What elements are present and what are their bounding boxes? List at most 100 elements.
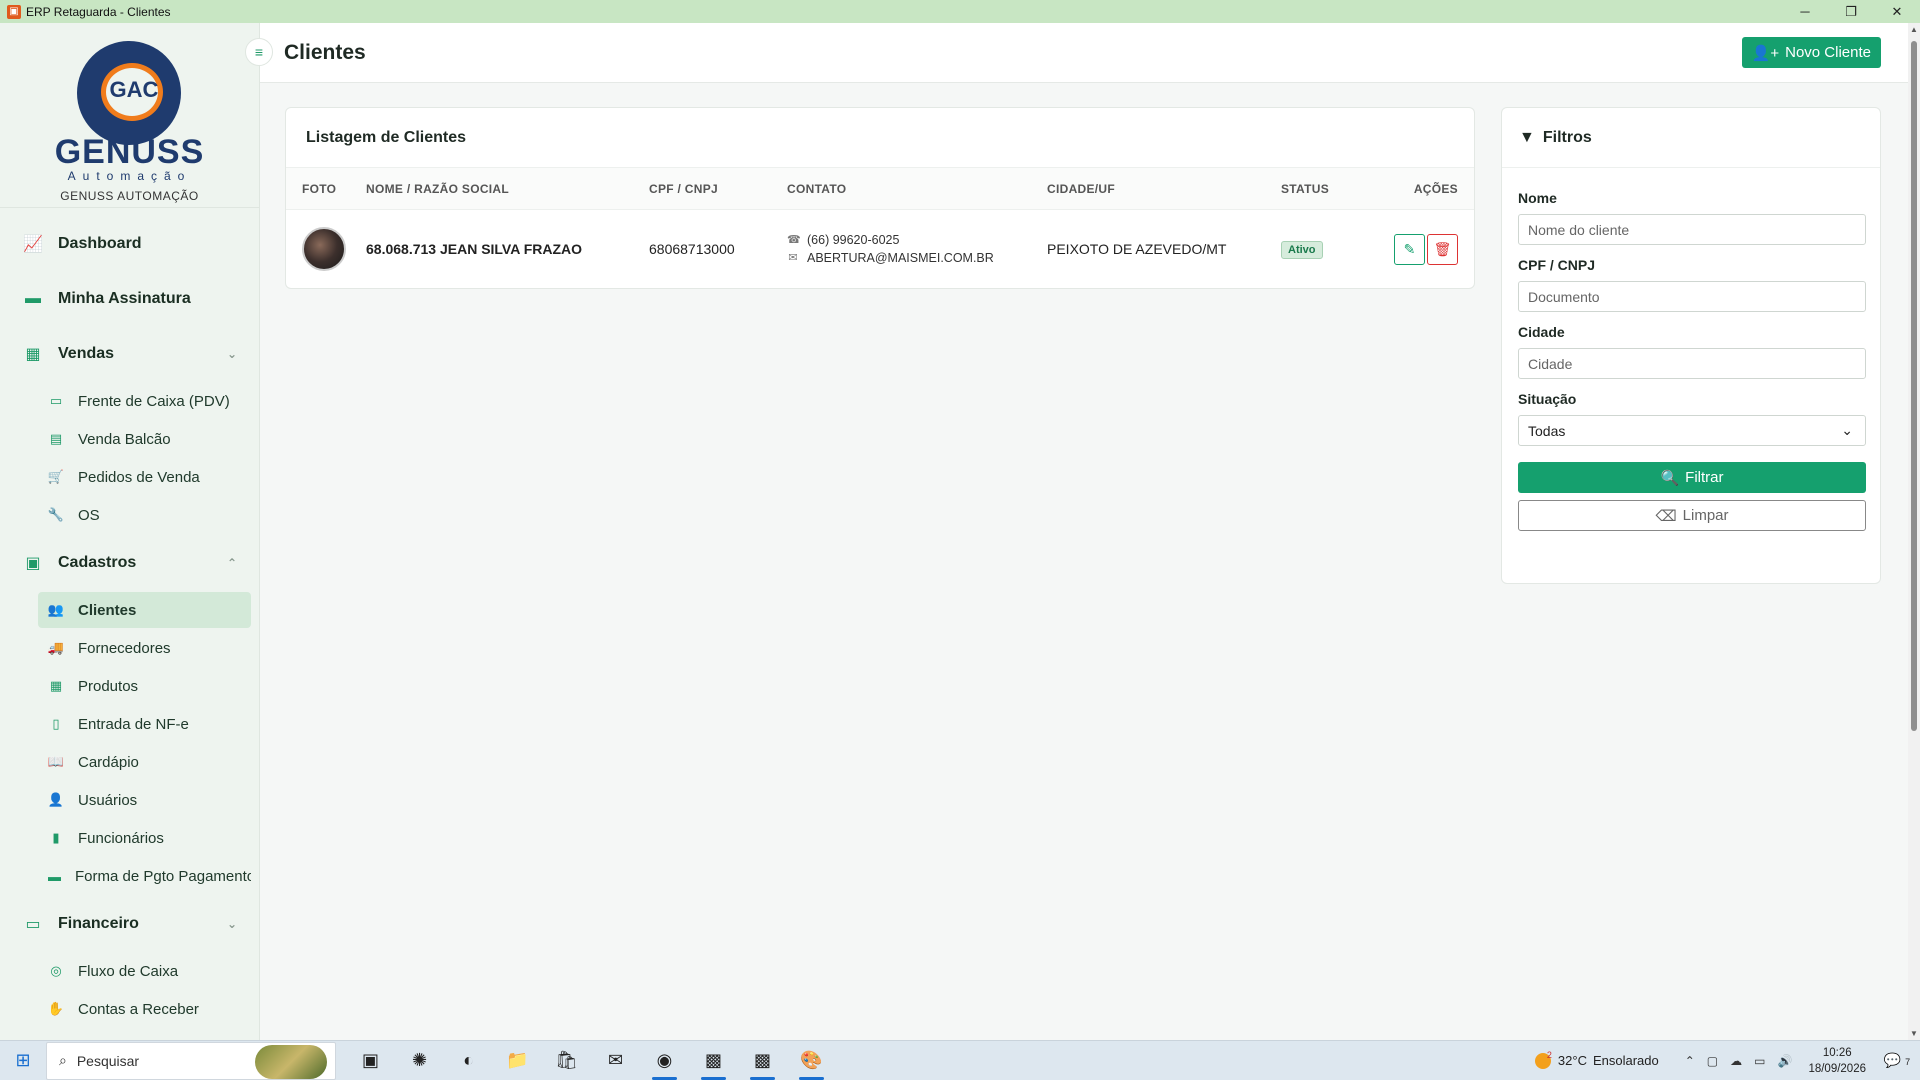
taskbar-clock[interactable]: 10:26 18/09/2026 [1808, 1045, 1866, 1077]
gear-logo-icon: GAC [65, 41, 195, 145]
book-open-icon: 📖 [47, 754, 65, 769]
sidebar-submenu-financeiro: ◎ Fluxo de Caixa ✋ Contas a Receber [0, 953, 259, 1027]
client-email: ABERTURA@MAISMEI.COM.BR [807, 251, 994, 265]
doc-filter-input[interactable]: Documento [1518, 281, 1866, 312]
sidebar-item-funcionarios[interactable]: ▮ Funcionários [38, 820, 251, 856]
weather-widget[interactable]: 2 32°C Ensolarado [1534, 1049, 1659, 1069]
chrome-icon[interactable]: ◉ [640, 1041, 689, 1080]
sidebar-group-financeiro[interactable]: ▭ Financeiro ⌄ [0, 896, 259, 951]
truck-icon: 🚚 [47, 640, 65, 655]
column-header-foto: FOTO [302, 181, 337, 196]
sidebar-item-label: OS [78, 506, 100, 524]
sidebar-group-cadastros[interactable]: ▣ Cadastros ⌃ [0, 535, 259, 590]
sidebar-item-label: Clientes [78, 601, 137, 619]
restore-button[interactable]: ❐ [1828, 0, 1874, 23]
file-explorer-icon[interactable]: 📁 [493, 1041, 542, 1080]
client-city: PEIXOTO DE AZEVEDO/MT [1047, 241, 1227, 257]
scrollbar-thumb[interactable] [1911, 41, 1917, 731]
status-filter-label: Situação [1518, 391, 1577, 407]
filter-button-label: Filtrar [1685, 469, 1724, 486]
column-header-nome: NOME / RAZÃO SOCIAL [366, 181, 510, 196]
erp-app-icon[interactable]: ▩ [689, 1041, 738, 1080]
sidebar-item-cardapio[interactable]: 📖 Cardápio [38, 744, 251, 780]
sidebar-item-label: Contas a Receber [78, 1000, 199, 1018]
phone-icon: ☎ [787, 234, 801, 246]
erp-app-icon-2[interactable]: ▩ [738, 1041, 787, 1080]
sidebar-group-vendas[interactable]: ▦ Vendas ⌄ [0, 326, 259, 381]
notification-center-button[interactable]: 💬 7 [1882, 1052, 1912, 1069]
sidebar-nav: 📈 Dashboard ▬ Minha Assinatura ▦ Vendas … [0, 208, 259, 1027]
paint-icon[interactable]: 🎨 [787, 1041, 836, 1080]
sidebar-item-venda-balcao[interactable]: ▤ Venda Balcão [38, 421, 251, 457]
copilot-icon[interactable]: ✺ [395, 1041, 444, 1080]
sidebar-item-label: Venda Balcão [78, 430, 171, 448]
notification-count: 7 [1905, 1057, 1911, 1067]
cash-register-icon: ▦ [25, 345, 41, 363]
sidebar-item-fluxo-de-caixa[interactable]: ◎ Fluxo de Caixa [38, 953, 251, 989]
window-titlebar: ▣ ERP Retaguarda - Clientes ─ ❐ ✕ [0, 0, 1920, 23]
sidebar-item-entrada-nfe[interactable]: ▯ Entrada de NF-e [38, 706, 251, 742]
column-header-acoes: AÇÕES [1413, 181, 1458, 196]
edit-client-button[interactable]: ✎ [1394, 233, 1425, 265]
weather-badge: 2 [1546, 1049, 1552, 1060]
sidebar-toggle-button[interactable]: ≡ [245, 38, 273, 66]
filter-button[interactable]: 🔍 Filtrar [1518, 462, 1866, 493]
city-filter-input[interactable]: Cidade [1518, 348, 1866, 379]
chevron-down-icon: ⌄ [1841, 422, 1853, 438]
chevron-down-icon: ⌄ [226, 346, 237, 361]
delete-client-button[interactable]: 🗑 [1427, 233, 1458, 265]
scroll-down-icon[interactable]: ▼ [1908, 1029, 1920, 1038]
scroll-up-icon[interactable]: ▲ [1908, 25, 1920, 34]
taskbar-search[interactable]: ⌕ Pesquisar [46, 1041, 336, 1080]
sidebar-item-produtos[interactable]: ▦ Produtos [38, 668, 251, 704]
sidebar-item-os[interactable]: 🔧 OS [38, 497, 251, 533]
minimize-button[interactable]: ─ [1782, 0, 1828, 23]
chevron-up-icon[interactable]: ⌃ [1685, 1054, 1695, 1068]
meet-icon[interactable]: ▢ [1707, 1054, 1718, 1068]
client-phone: (66) 99620-6025 [807, 233, 900, 247]
new-client-button[interactable]: 👤+ Novo Cliente [1741, 37, 1881, 68]
vertical-scrollbar[interactable]: ▲ ▼ [1908, 23, 1920, 1040]
network-icon[interactable]: ▭ [1754, 1054, 1765, 1068]
avatar [302, 227, 346, 271]
menu-icon: ≡ [254, 44, 264, 60]
sidebar-item-pedidos-de-venda[interactable]: 🛒 Pedidos de Venda [38, 459, 251, 495]
sidebar-item-minha-assinatura[interactable]: ▬ Minha Assinatura [0, 271, 259, 326]
task-view-icon[interactable]: ▣ [346, 1041, 395, 1080]
onedrive-icon[interactable]: ☁ [1730, 1054, 1742, 1068]
city-filter-label: Cidade [1518, 324, 1565, 340]
status-badge: Ativo [1281, 240, 1323, 259]
name-filter-input[interactable]: Nome do cliente [1518, 214, 1866, 245]
boxes-icon: ▦ [49, 678, 63, 693]
sidebar-item-label: Forma de Pgto Pagamento [75, 867, 251, 885]
store-icon[interactable]: 🛍 [542, 1041, 591, 1080]
clear-button[interactable]: ⌫ Limpar [1518, 500, 1866, 531]
sidebar-item-frente-de-caixa[interactable]: ▭ Frente de Caixa (PDV) [38, 383, 251, 419]
sidebar-item-forma-pgto[interactable]: ▬ Forma de Pgto Pagamento [38, 858, 251, 894]
chart-line-icon: 📈 [23, 235, 43, 253]
credit-card-icon: ▬ [25, 289, 41, 307]
sidebar-item-label: Cardápio [78, 753, 139, 771]
sidebar-item-dashboard[interactable]: 📈 Dashboard [0, 216, 259, 271]
outlook-icon[interactable]: ✉ [591, 1041, 640, 1080]
sidebar-item-fornecedores[interactable]: 🚚 Fornecedores [38, 630, 251, 666]
table-header: FOTO NOME / RAZÃO SOCIAL CPF / CNPJ CONT… [286, 168, 1474, 210]
sidebar-item-usuarios[interactable]: 👤 Usuários [38, 782, 251, 818]
close-window-button[interactable]: ✕ [1874, 0, 1920, 23]
windows-start-button[interactable]: ⊞ [0, 1041, 46, 1080]
edit-icon: ✎ [1403, 240, 1416, 257]
sidebar-item-label: Frente de Caixa (PDV) [78, 392, 230, 410]
logo-mark: GAC [109, 77, 159, 102]
search-highlight-image [255, 1044, 327, 1079]
client-name: 68.068.713 JEAN SILVA FRAZAO [366, 241, 583, 257]
status-filter-select[interactable]: Todas ⌄ [1518, 415, 1866, 446]
wrench-icon: 🔧 [47, 507, 65, 522]
search-icon: 🔍 [1660, 469, 1680, 487]
sidebar-item-clientes[interactable]: 👥 Clientes [38, 592, 251, 628]
edge-icon[interactable]: ◐ [444, 1041, 493, 1080]
volume-icon[interactable]: 🔊 [1777, 1054, 1792, 1068]
sidebar-item-contas-a-receber[interactable]: ✋ Contas a Receber [38, 991, 251, 1027]
file-invoice-icon: ▯ [52, 716, 60, 731]
table-row[interactable]: 68.068.713 JEAN SILVA FRAZAO 68068713000… [286, 210, 1474, 288]
filters-card: ▼ Filtros Nome Nome do cliente CPF / CNP… [1501, 107, 1881, 584]
